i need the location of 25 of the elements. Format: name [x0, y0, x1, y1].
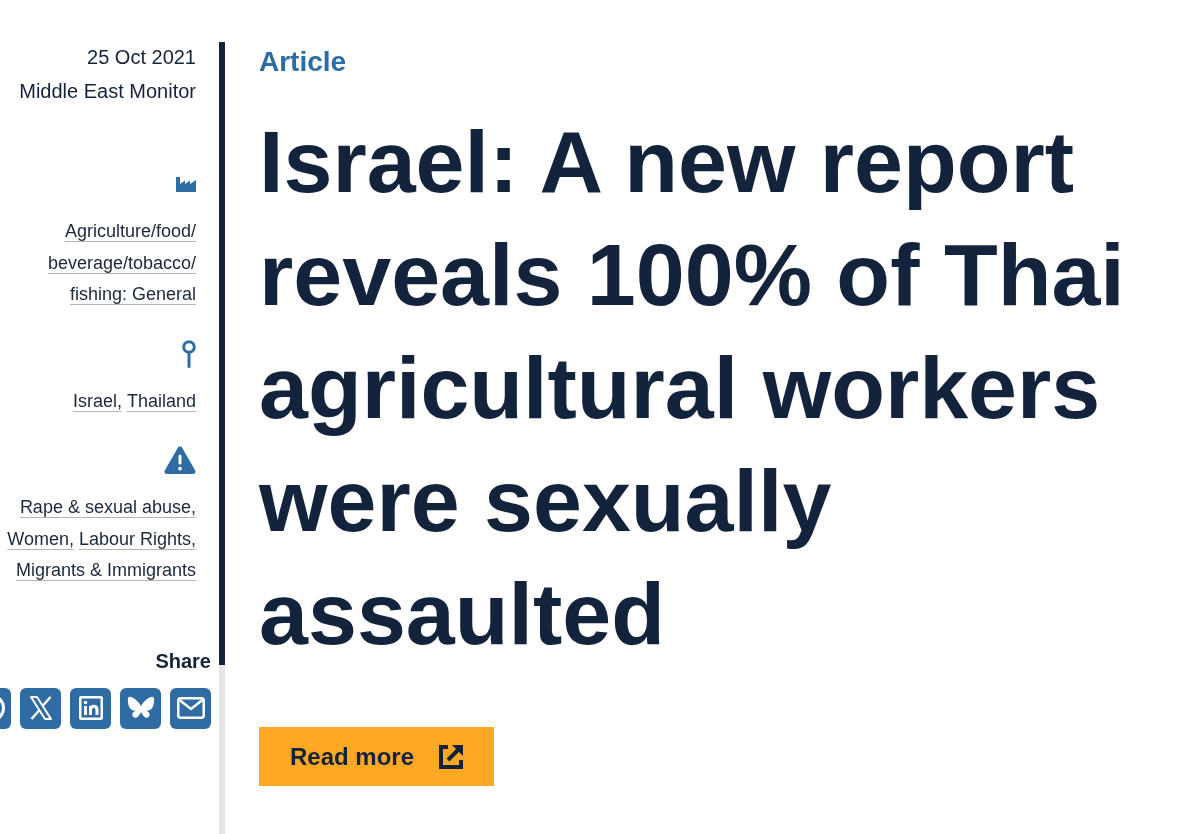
date-text: 25 Oct 2021: [86, 45, 196, 70]
tag-link[interactable]: Labour Rights,: [78, 523, 196, 555]
envelope-icon: [176, 697, 205, 719]
share-button[interactable]: [70, 687, 111, 729]
publisher-name: Middle East Monitor: [18, 79, 196, 104]
x-icon: [29, 696, 52, 720]
butterfly-icon: [126, 696, 155, 720]
tag-link[interactable]: Women,: [7, 523, 74, 555]
factory-icon: [176, 176, 196, 192]
share-button[interactable]: [20, 687, 61, 729]
tag-link[interactable]: Thailand: [126, 385, 196, 417]
map-pin-icon: [182, 339, 196, 368]
tag-link[interactable]: Israel,: [72, 385, 122, 417]
share-button[interactable]: [120, 687, 161, 729]
warning-icon: [164, 446, 196, 474]
linkedin-icon: [78, 696, 103, 720]
external-link-icon: [437, 742, 466, 771]
share-button[interactable]: [170, 687, 211, 729]
share-label: Share: [154, 648, 211, 674]
content-type-label: Article: [259, 45, 348, 79]
read-more-button[interactable]: Read more: [259, 727, 495, 786]
tag-link[interactable]: Agriculture/food/beverage/tobacco/fishing: General: [0, 216, 196, 311]
article-headline: Israel: A new report reveals 100% of Thai agricultural workers were sexually assaulted: [259, 111, 1126, 665]
tag-link[interactable]: Rape & sexual abuse,: [19, 492, 196, 524]
tag-link[interactable]: Migrants & Immigrants: [15, 555, 196, 587]
